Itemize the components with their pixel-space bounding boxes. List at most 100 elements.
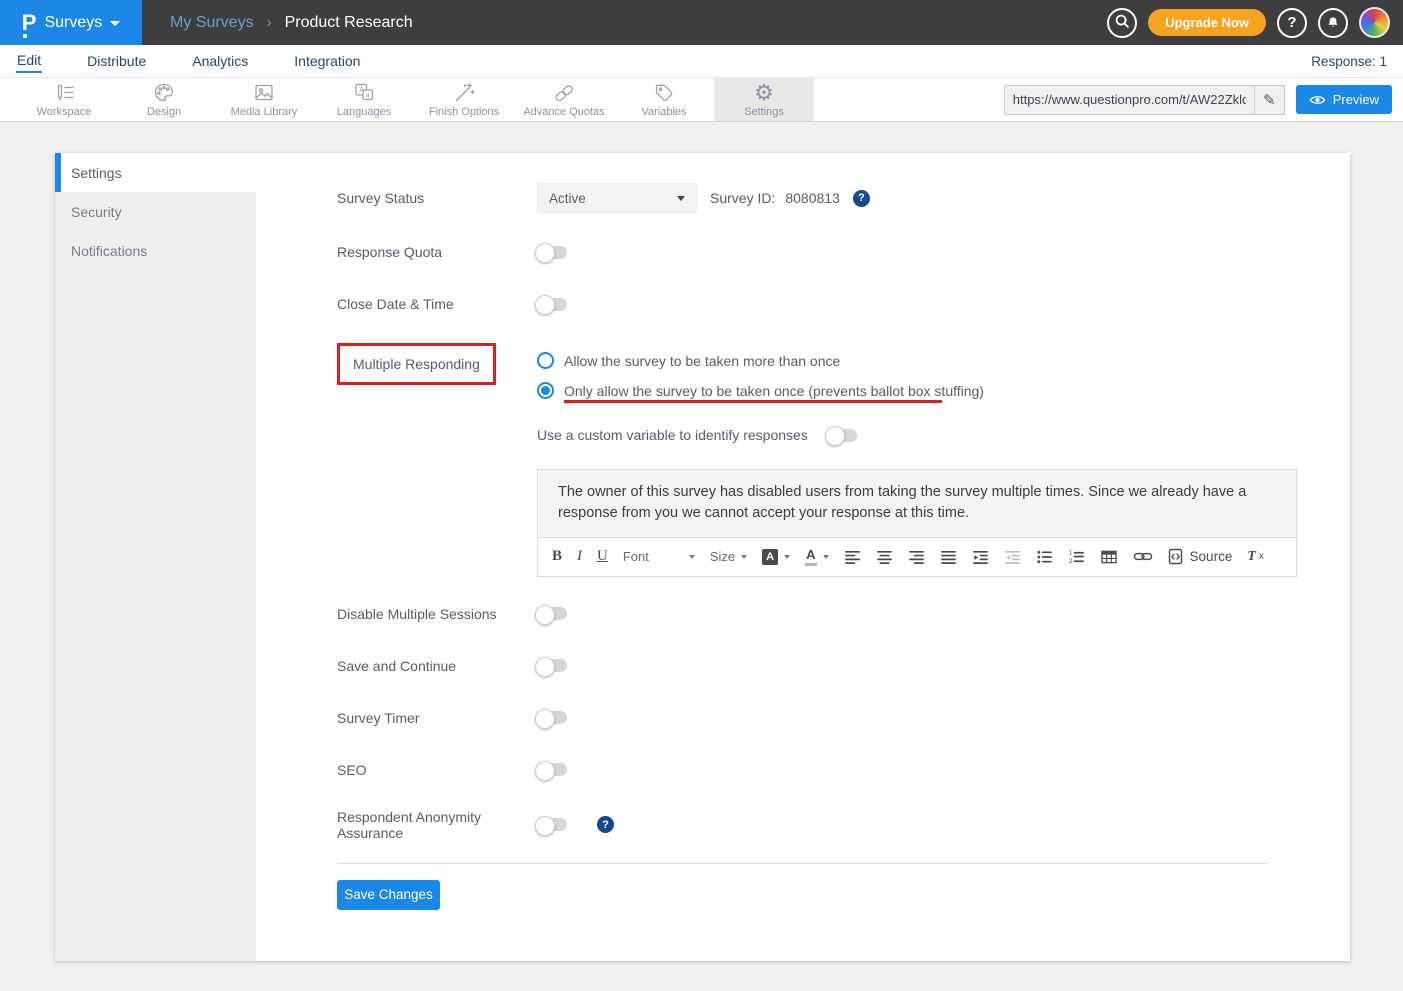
ribbon-item-languages[interactable]: Aa Languages [314,78,414,121]
radio-option-multiple-allowed[interactable]: Allow the survey to be taken more than o… [537,352,984,369]
palette-icon [152,82,176,104]
search-icon [1113,12,1131,34]
respondent-anonymity-label: Respondent Anonymity Assurance [337,809,537,841]
ribbon-item-settings[interactable]: ⚙ Settings [714,78,814,121]
respondent-anonymity-toggle[interactable] [537,818,567,831]
text-color-button[interactable]: A [805,548,828,565]
align-left-button[interactable] [844,549,861,565]
close-date-row: Close Date & Time [337,291,1350,317]
sidebar-item-notifications[interactable]: Notifications [55,231,256,270]
background-color-button[interactable]: A [762,549,790,565]
response-quota-row: Response Quota [337,239,1350,265]
table-button[interactable] [1100,549,1118,565]
response-quota-label: Response Quota [337,244,537,260]
respondent-anonymity-row: Respondent Anonymity Assurance ? [337,809,1350,841]
link-button[interactable] [1133,550,1153,563]
font-dropdown[interactable]: Font [623,549,695,564]
italic-button[interactable]: I [577,548,582,565]
survey-url-input[interactable] [1005,86,1254,114]
outdent-button[interactable] [1004,549,1021,565]
ribbon-item-finish-options[interactable]: Finish Options [414,78,514,121]
chevron-down-icon [110,21,120,26]
ribbon-item-design[interactable]: Design [114,78,214,121]
annotation-red-underline [564,400,942,403]
notifications-button[interactable] [1318,8,1348,38]
size-dropdown[interactable]: Size [710,549,747,564]
search-button[interactable] [1107,8,1137,38]
product-switcher[interactable]: P Surveys [0,0,142,45]
tab-edit[interactable]: Edit [16,49,42,73]
multiple-responding-options: Allow the survey to be taken more than o… [537,343,984,403]
survey-timer-row: Survey Timer [337,705,1350,731]
save-and-continue-toggle[interactable] [537,659,567,672]
tab-distribute[interactable]: Distribute [86,50,147,72]
ribbon-item-advance-quotas[interactable]: Advance Quotas [514,78,614,121]
breadcrumb: My Surveys › Product Research [170,14,413,32]
close-date-label: Close Date & Time [337,296,537,312]
rich-text-toolbar: B I U Font Size A A 12 Source Tx [537,538,1297,577]
breadcrumb-my-surveys[interactable]: My Surveys [170,14,254,32]
ribbon-item-media-library[interactable]: Media Library [214,78,314,121]
survey-status-select[interactable]: Active [537,183,697,213]
preview-button[interactable]: Preview [1296,85,1392,114]
align-center-button[interactable] [876,549,893,565]
source-button[interactable]: Source [1168,548,1233,565]
questionpro-logo: P [22,12,37,34]
radio-option-once-only[interactable]: Only allow the survey to be taken once (… [537,382,984,399]
numbered-list-button[interactable]: 12 [1068,549,1085,565]
svg-text:a: a [366,92,370,99]
bullet-list-button[interactable] [1036,549,1053,565]
multiple-response-message-editor[interactable]: The owner of this survey has disabled us… [537,469,1297,538]
chevron-down-icon [677,196,685,201]
indent-button[interactable] [972,549,989,565]
survey-subnav: Edit Distribute Analytics Integration Re… [0,45,1403,78]
user-avatar[interactable] [1359,7,1390,38]
underline-button[interactable]: U [597,548,608,565]
respondent-anonymity-help-icon[interactable]: ? [597,816,614,833]
survey-id-help-icon[interactable]: ? [853,190,870,207]
breadcrumb-current-survey: Product Research [285,14,413,32]
image-icon [252,82,276,104]
svg-text:2: 2 [1069,558,1073,565]
ribbon-item-variables[interactable]: Variables [614,78,714,121]
radio-checked-icon[interactable] [537,382,554,399]
sidebar-item-settings[interactable]: Settings [55,153,256,192]
multiple-responding-labelcell: Multiple Responding [337,343,537,385]
close-date-toggle[interactable] [537,298,567,311]
response-count[interactable]: Response: 1 [1311,54,1387,69]
justify-button[interactable] [940,549,957,565]
pencil-icon: ✎ [1263,91,1276,109]
bold-button[interactable]: B [552,548,562,565]
survey-timer-toggle[interactable] [537,711,567,724]
ribbon-item-workspace[interactable]: Workspace [14,78,114,121]
eye-icon [1309,94,1326,106]
custom-variable-toggle[interactable] [827,429,857,442]
tab-integration[interactable]: Integration [293,50,361,72]
seo-toggle[interactable] [537,763,567,776]
remove-format-button[interactable]: Tx [1247,549,1264,565]
seo-row: SEO [337,757,1350,783]
survey-id-label: Survey ID: [710,190,775,206]
disable-multiple-sessions-toggle[interactable] [537,607,567,620]
chain-links-icon [552,82,576,104]
custom-variable-label: Use a custom variable to identify respon… [537,427,808,443]
help-button[interactable]: ? [1277,8,1307,38]
seo-label: SEO [337,762,537,778]
tag-icon [652,82,676,104]
chevron-down-icon [689,555,695,559]
survey-id-value: 8080813 [785,190,840,206]
align-right-button[interactable] [908,549,925,565]
settings-sidebar: Settings Security Notifications [55,153,256,961]
survey-url-box: ✎ [1004,85,1285,115]
chevron-down-icon [823,555,829,559]
edit-url-button[interactable]: ✎ [1254,86,1284,114]
save-changes-button[interactable]: Save Changes [337,880,440,910]
disable-multiple-sessions-row: Disable Multiple Sessions [337,601,1350,627]
sidebar-item-security[interactable]: Security [55,192,256,231]
tab-analytics[interactable]: Analytics [191,50,249,72]
magic-wand-icon [452,82,476,104]
translate-icon: Aa [352,82,376,104]
upgrade-now-button[interactable]: Upgrade Now [1148,9,1266,36]
radio-unchecked-icon[interactable] [537,352,554,369]
response-quota-toggle[interactable] [537,246,567,259]
